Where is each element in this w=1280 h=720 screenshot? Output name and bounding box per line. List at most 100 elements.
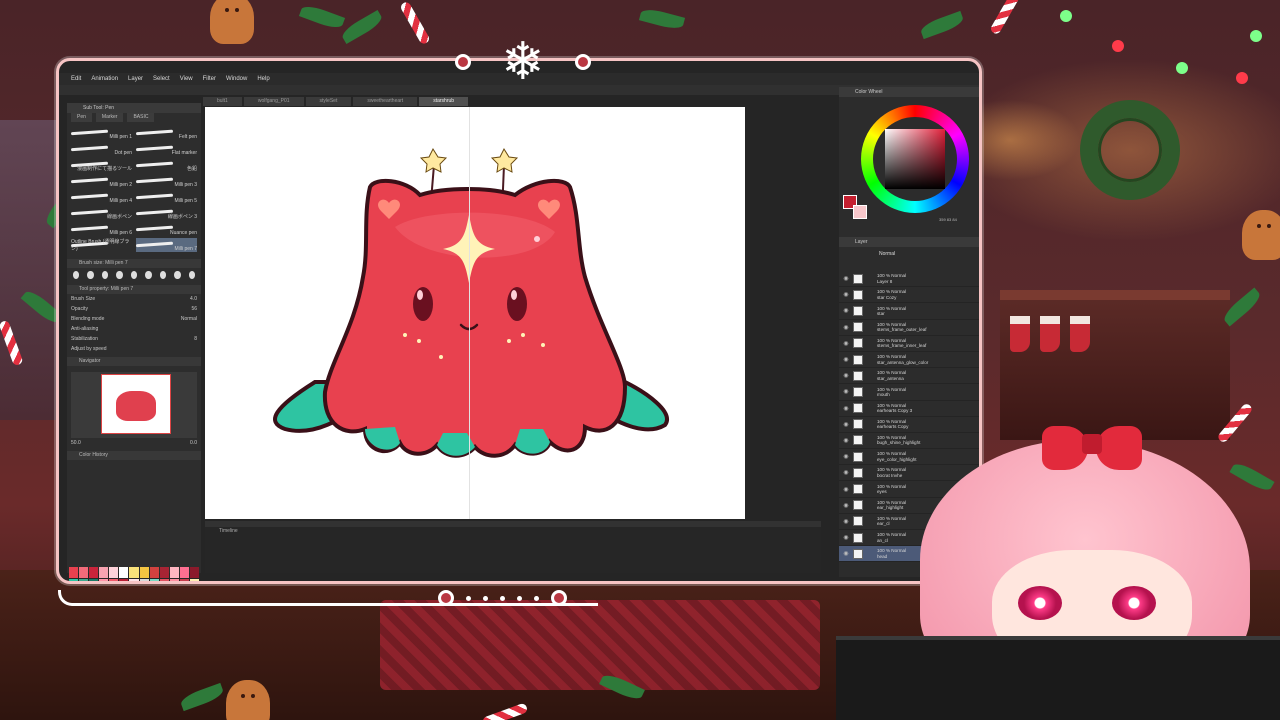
brush-item[interactable]: Dot pen [70,142,132,156]
palette-swatch[interactable] [109,579,119,581]
eye-icon[interactable]: ◉ [839,437,853,444]
eye-icon[interactable]: ◉ [839,275,853,282]
palette-swatch[interactable] [79,579,89,581]
tab-pen[interactable]: Pen [71,113,92,122]
menu-select[interactable]: Select [153,73,170,85]
sub-color-swatch[interactable] [853,205,867,219]
eye-icon[interactable]: ◉ [839,324,853,331]
navigator-preview[interactable] [71,372,197,438]
palette-swatch[interactable] [129,567,139,579]
brush-item[interactable]: Flat marker [135,142,197,156]
palette-swatch[interactable] [179,567,189,579]
tab-marker[interactable]: Marker [95,113,124,122]
palette-swatch[interactable] [79,567,89,579]
brush-item[interactable]: Milli pen 1 [70,126,132,140]
menu-edit[interactable]: Edit [71,73,81,85]
brush-item[interactable]: Milli pen 2 [70,174,132,188]
eye-icon[interactable]: ◉ [839,518,853,525]
palette-swatch[interactable] [169,579,179,581]
brush-size-preset[interactable] [116,271,123,279]
doc-tab[interactable]: sweetheartheart [353,97,418,106]
eye-icon[interactable]: ◉ [839,534,853,541]
palette-swatch[interactable] [149,579,159,581]
layer-blend-mode[interactable]: Normal [839,249,979,259]
eye-icon[interactable]: ◉ [839,388,853,395]
layer-row[interactable]: ◉ 100 % Normal stems_frame_inner_leaf [839,336,979,352]
brush-size-preset[interactable] [145,271,152,279]
palette-swatch[interactable] [139,567,149,579]
palette-swatch[interactable] [159,567,169,579]
layer-row[interactable]: ◉ 100 % Normal Layer 8 [839,271,979,288]
palette-swatch[interactable] [189,579,199,581]
brush-item[interactable]: 漫画制作にて描るツール [70,158,132,172]
brush-item[interactable]: Milli pen 5 [135,190,197,204]
menu-layer[interactable]: Layer [128,73,143,85]
palette-swatch[interactable] [89,579,99,581]
property-value[interactable]: 56 [191,306,197,312]
layer-row[interactable]: ◉ 100 % Normal mouth [839,384,979,401]
palette-swatch[interactable] [99,579,109,581]
brush-item[interactable]: 色鉛 [135,158,197,172]
palette-swatch[interactable] [169,567,179,579]
menu-help[interactable]: Help [257,73,269,85]
palette-swatch[interactable] [119,579,129,581]
eye-icon[interactable]: ◉ [839,405,853,412]
eye-icon[interactable]: ◉ [839,372,853,379]
brush-item[interactable]: Milli pen 7 [135,238,197,252]
eye-icon[interactable]: ◉ [839,421,853,428]
doc-tab[interactable]: bult1 [203,97,242,106]
layer-row[interactable]: ◉ 100 % Normal star [839,303,979,320]
menu-filter[interactable]: Filter [203,73,216,85]
palette-swatch[interactable] [149,567,159,579]
eye-icon[interactable]: ◉ [839,453,853,460]
eye-icon[interactable]: ◉ [839,502,853,509]
doc-tab[interactable]: styleSet [305,97,352,106]
saturation-value-square[interactable] [885,129,945,189]
layer-row[interactable]: ◉ 100 % Normal star_antenna [839,368,979,385]
property-value[interactable]: Normal [181,316,197,322]
layer-row[interactable]: ◉ 100 % Normal star_antenna_glow_color [839,352,979,369]
brush-item[interactable]: 線画ボペン 3 [135,206,197,220]
eye-icon[interactable]: ◉ [839,469,853,476]
menu-animation[interactable]: Animation [91,73,118,85]
eye-icon[interactable]: ◉ [839,486,853,493]
brush-item[interactable]: Outline Brush (透明線ブラシ) [70,238,132,252]
menu-view[interactable]: View [180,73,193,85]
palette-swatch[interactable] [189,567,199,579]
navigator-angle[interactable]: 0.0 [190,440,197,446]
brush-size-preset[interactable] [101,271,109,279]
palette-swatch[interactable] [89,567,99,579]
drawing-canvas[interactable] [205,107,745,519]
brush-size-preset[interactable] [188,271,195,279]
layer-row[interactable]: ◉ 100 % Normal star Cozy [839,287,979,304]
brush-size-preset[interactable] [130,271,138,279]
brush-item[interactable]: Milli pen 6 [70,222,132,236]
brush-item[interactable]: Felt pen [135,126,197,140]
tab-basic[interactable]: BASIC [127,113,155,122]
brush-item[interactable]: 線画ボペン [70,206,132,220]
layer-row[interactable]: ◉ 100 % Normal stems_frame_outer_leaf [839,320,979,336]
brush-item[interactable]: Milli pen 3 [135,174,197,188]
palette-swatch[interactable] [139,579,149,581]
eye-icon[interactable]: ◉ [839,291,853,298]
palette-swatch[interactable] [109,567,119,579]
navigator-zoom[interactable]: 50.0 [71,440,81,446]
doc-tab-active[interactable]: starshrub [419,97,469,106]
brush-size-preset[interactable] [159,271,167,279]
property-value[interactable]: 8 [194,336,197,342]
eye-icon[interactable]: ◉ [839,307,853,314]
property-value[interactable]: 4.0 [190,296,197,302]
palette-swatch[interactable] [69,579,79,581]
brush-size-preset[interactable] [174,271,181,279]
palette-swatch[interactable] [69,567,79,579]
color-wheel[interactable] [861,105,969,213]
palette-swatch[interactable] [159,579,169,581]
palette-swatch[interactable] [129,579,139,581]
eye-icon[interactable]: ◉ [839,340,853,347]
eye-icon[interactable]: ◉ [839,550,853,557]
doc-tab[interactable]: wolfgang_P01 [243,97,304,106]
brush-size-preset[interactable] [87,271,94,279]
palette-swatch[interactable] [119,567,129,579]
menu-window[interactable]: Window [226,73,247,85]
brush-size-preset[interactable] [73,271,80,279]
